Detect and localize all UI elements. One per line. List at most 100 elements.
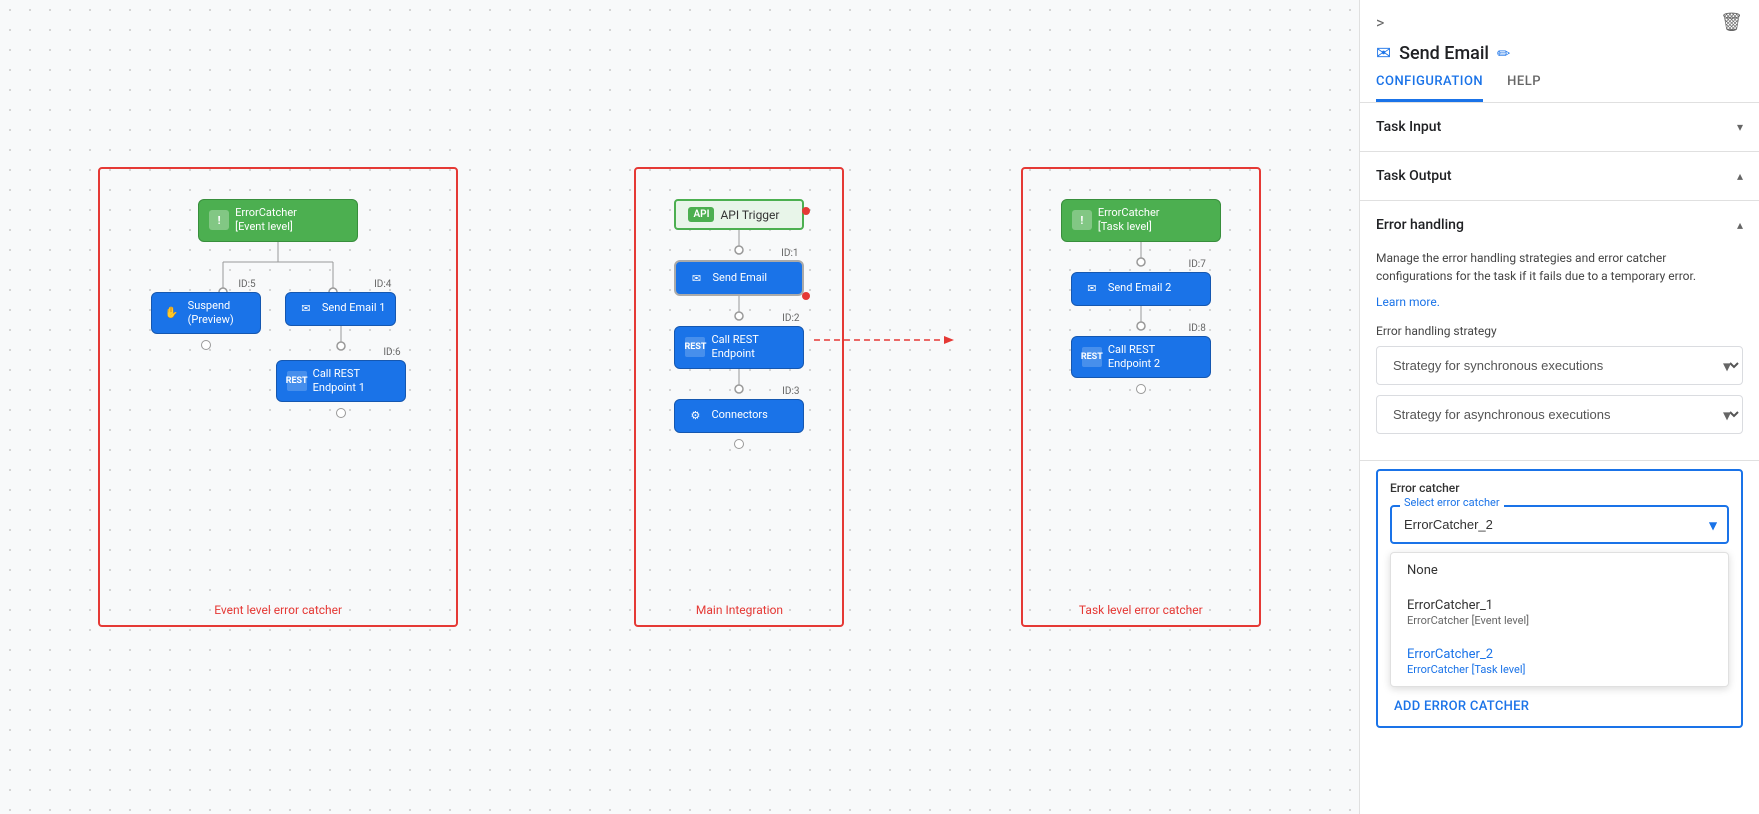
- error-handling-content: Manage the error handling strategies and…: [1360, 249, 1759, 460]
- suspend-label: Suspend(Preview): [188, 299, 234, 328]
- suspend-id: ID:5: [238, 279, 255, 290]
- connectors-icon: ⚙: [685, 406, 705, 426]
- line-to-rest-main: [729, 296, 749, 326]
- mail1-icon: ✉: [296, 299, 316, 319]
- add-error-catcher-button[interactable]: ADD ERROR CATCHER: [1378, 687, 1741, 726]
- line-task-to-email2: [1131, 242, 1151, 272]
- suspend-node[interactable]: ID:5 ✋ Suspend(Preview): [151, 292, 261, 335]
- rest2-node[interactable]: ID:8 REST Call RESTEndpoint 2: [1071, 336, 1211, 379]
- option-ec1-label: ErrorCatcher_1: [1407, 598, 1493, 613]
- send-email2-id: ID:7: [1188, 259, 1205, 270]
- main-box: API API Trigger ID:1 ✉ Send Email: [634, 167, 844, 627]
- send-email-main-id: ID:1: [781, 248, 798, 259]
- sync-strategy-select[interactable]: Strategy for synchronous executions: [1376, 346, 1743, 385]
- mail2-icon: ✉: [1082, 279, 1102, 299]
- line-to-rest1: [331, 326, 351, 356]
- panel-top-row: > 🗑: [1376, 12, 1743, 33]
- right-panel: > 🗑 ✉ Send Email ✏ CONFIGURATION HELP Ta…: [1359, 0, 1759, 814]
- back-chevron[interactable]: >: [1376, 13, 1384, 32]
- api-badge: API: [688, 207, 714, 222]
- tab-help[interactable]: HELP: [1507, 74, 1541, 102]
- rest-main-node[interactable]: ID:2 REST Call RESTEndpoint: [674, 326, 804, 369]
- error-catcher-dropdown-menu: None ErrorCatcher_1 ErrorCatcher [Event …: [1390, 552, 1729, 687]
- dashed-arrow-svg: [814, 332, 964, 348]
- rest1-node[interactable]: ID:6 REST Call RESTEndpoint 1: [276, 360, 406, 403]
- task-output-header[interactable]: Task Output ▴: [1360, 152, 1759, 200]
- box2-content: API API Trigger ID:1 ✉ Send Email: [639, 189, 839, 451]
- event-level-label: Event level error catcher: [214, 603, 342, 617]
- rest2-id: ID:8: [1188, 323, 1205, 334]
- option-none-label: None: [1407, 563, 1438, 578]
- error-handling-header[interactable]: Error handling ▴: [1360, 201, 1759, 249]
- task-output-title: Task Output: [1376, 168, 1452, 184]
- error-handling-title: Error handling: [1376, 217, 1464, 233]
- send-email-main-label: Send Email: [712, 271, 767, 285]
- error-catcher-task-label: ErrorCatcher[Task level]: [1098, 206, 1160, 235]
- error-catcher-event-node[interactable]: ! ErrorCatcher[Event level]: [198, 199, 358, 242]
- option-ec1-sub: ErrorCatcher [Event level]: [1407, 614, 1712, 627]
- suspend-connector: [201, 340, 211, 350]
- error-catcher-select-wrapper: Select error catcher ▾: [1390, 505, 1729, 544]
- tree-fork-svg: [168, 242, 388, 292]
- async-strategy-wrapper: Strategy for asynchronous executions: [1376, 395, 1743, 434]
- option-ec2[interactable]: ErrorCatcher_2 ErrorCatcher [Task level]: [1391, 637, 1728, 686]
- strategy-label: Error handling strategy: [1376, 324, 1743, 338]
- rest1-connector: [336, 408, 346, 418]
- panel-header: > 🗑 ✉ Send Email ✏ CONFIGURATION HELP: [1360, 0, 1759, 103]
- rest2-connector: [1136, 384, 1146, 394]
- panel-mail-icon: ✉: [1376, 43, 1391, 64]
- send-email1-id: ID:4: [374, 279, 391, 290]
- send-email2-node[interactable]: ID:7 ✉ Send Email 2: [1071, 272, 1211, 306]
- error-handling-section: Error handling ▴ Manage the error handli…: [1360, 201, 1759, 461]
- delete-icon[interactable]: 🗑: [1720, 12, 1743, 33]
- task-input-header[interactable]: Task Input ▾: [1360, 103, 1759, 151]
- mail-main-icon: ✉: [686, 268, 706, 288]
- task-output-section: Task Output ▴: [1360, 152, 1759, 201]
- event-level-box: ! ErrorCatcher[Event level]: [98, 167, 458, 627]
- api-trigger-node[interactable]: API API Trigger: [674, 199, 804, 230]
- canvas-area: ! ErrorCatcher[Event level]: [0, 0, 1359, 814]
- error-catcher-input[interactable]: [1390, 505, 1729, 544]
- rest1-icon: REST: [287, 371, 307, 391]
- send-email1-label: Send Email 1: [322, 301, 386, 315]
- select-error-catcher-label: Select error catcher: [1400, 496, 1504, 509]
- sync-strategy-wrapper: Strategy for synchronous executions: [1376, 346, 1743, 385]
- async-strategy-select[interactable]: Strategy for asynchronous executions: [1376, 395, 1743, 434]
- send-email2-label: Send Email 2: [1108, 281, 1172, 295]
- option-ec2-sub: ErrorCatcher [Task level]: [1407, 663, 1712, 676]
- task-input-section: Task Input ▾: [1360, 103, 1759, 152]
- task-level-label: Task level error catcher: [1079, 603, 1203, 617]
- learn-more-link[interactable]: Learn more.: [1376, 295, 1440, 309]
- task-level-box: ! ErrorCatcher[Task level] ID:7 ✉ Send E…: [1021, 167, 1261, 627]
- red-dot-trigger: [802, 207, 810, 215]
- send-email1-node[interactable]: ID:4 ✉ Send Email 1: [285, 292, 397, 326]
- rest1-id: ID:6: [383, 347, 400, 358]
- error-catcher-event-label: ErrorCatcher[Event level]: [235, 206, 297, 235]
- option-none[interactable]: None: [1391, 553, 1728, 588]
- connectors-node[interactable]: ID:3 ⚙ Connectors: [674, 399, 804, 433]
- rest2-icon: REST: [1082, 347, 1102, 367]
- red-dot-main: [802, 292, 810, 300]
- error-icon: !: [209, 210, 229, 230]
- main-box-wrapper: API API Trigger ID:1 ✉ Send Email: [634, 167, 844, 627]
- children-row: ID:5 ✋ Suspend(Preview) ID:4 ✉ Send Emai…: [151, 292, 406, 421]
- box3-content: ! ErrorCatcher[Task level] ID:7 ✉ Send E…: [1041, 189, 1241, 396]
- box1-content: ! ErrorCatcher[Event level]: [108, 189, 448, 420]
- error-catcher-task-node[interactable]: ! ErrorCatcher[Task level]: [1061, 199, 1221, 242]
- send-email-main-node[interactable]: ID:1 ✉ Send Email: [674, 260, 804, 296]
- tab-configuration[interactable]: CONFIGURATION: [1376, 74, 1483, 102]
- panel-tabs: CONFIGURATION HELP: [1376, 74, 1743, 102]
- panel-edit-icon[interactable]: ✏: [1497, 44, 1510, 63]
- rest1-label: Call RESTEndpoint 1: [313, 367, 365, 396]
- send-email1-col: ID:4 ✉ Send Email 1 ID:6 REST Call: [276, 292, 406, 421]
- send-email-main-wrapper: ID:1 ✉ Send Email: [674, 260, 804, 296]
- panel-title-row: ✉ Send Email ✏: [1376, 43, 1743, 64]
- line-to-sendemail: [729, 230, 749, 260]
- rest-main-icon: REST: [685, 337, 705, 357]
- option-ec2-label: ErrorCatcher_2: [1407, 647, 1493, 662]
- api-trigger-label: API Trigger: [720, 208, 779, 222]
- api-trigger-wrapper: API API Trigger: [674, 199, 804, 230]
- error-handling-description: Manage the error handling strategies and…: [1376, 249, 1743, 285]
- connectors-label: Connectors: [711, 408, 767, 422]
- option-ec1[interactable]: ErrorCatcher_1 ErrorCatcher [Event level…: [1391, 588, 1728, 637]
